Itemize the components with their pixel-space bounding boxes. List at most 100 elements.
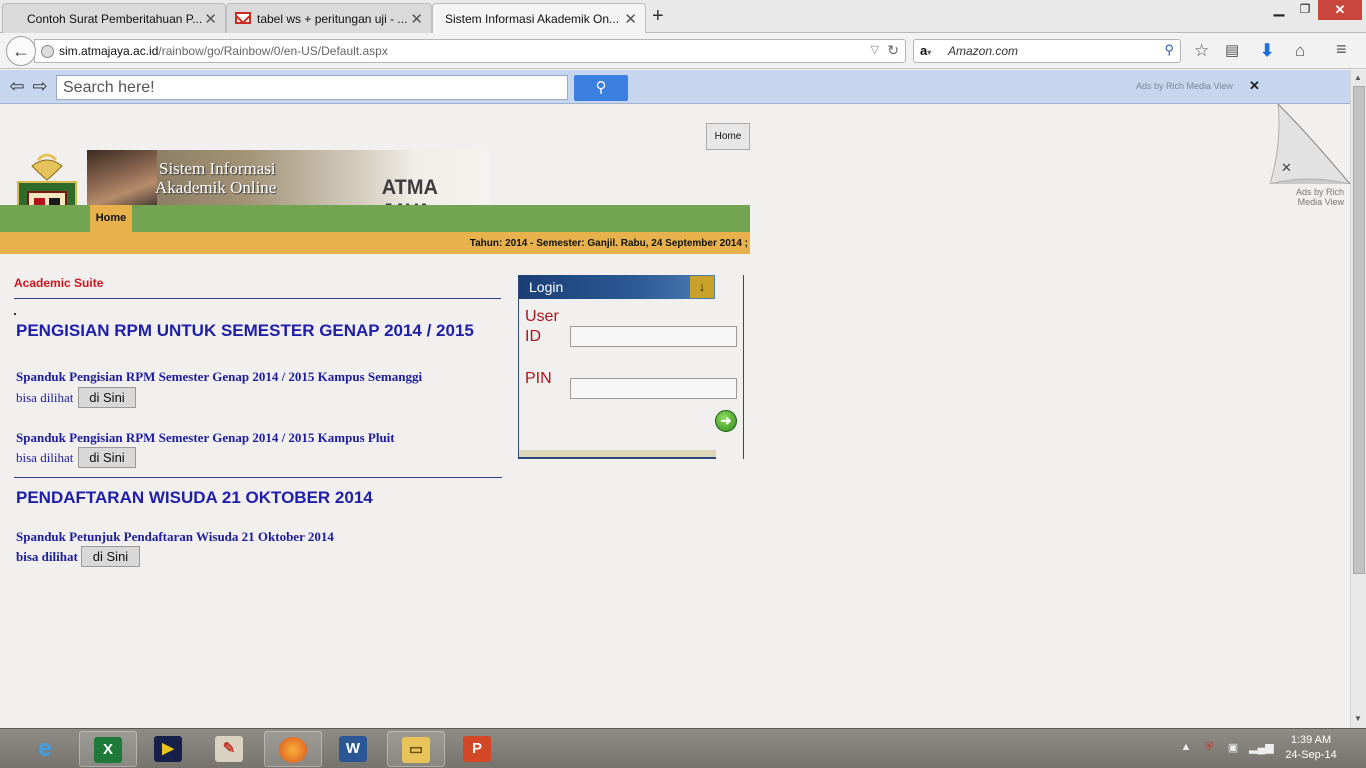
tab-contoh-surat[interactable]: Contoh Surat Pemberitahuan P... ✕ <box>2 3 226 33</box>
toolbar-search-button[interactable]: ⚲ <box>574 75 628 101</box>
tab-sistem-informasi[interactable]: Sistem Informasi Akademik On... ✕ <box>432 3 646 34</box>
downloads-icon[interactable]: ⬇ <box>1260 41 1274 61</box>
taskbar-media-player[interactable]: ▶ <box>140 731 198 767</box>
bookmarks-list-icon[interactable]: ▤ <box>1225 41 1239 59</box>
tab-close-icon[interactable]: ✕ <box>410 10 423 28</box>
ad-toolbar: ⇦ ⇨ Search here! ⚲ Ads by Rich Media Vie… <box>0 70 1350 104</box>
paint-icon: ✎ <box>215 736 243 762</box>
back-button[interactable]: ← <box>6 36 36 66</box>
banner-title-line2: Akademik Online <box>155 178 277 197</box>
restore-icon[interactable]: ❐ <box>1296 2 1314 22</box>
tray-expand-icon[interactable]: ▲ <box>1178 741 1194 755</box>
nav-home-tab[interactable]: Home <box>90 205 132 232</box>
menu-icon[interactable]: ≡ <box>1336 39 1347 60</box>
login-header: Login <box>519 275 715 299</box>
taskbar-internet-explorer[interactable]: e <box>17 731 75 767</box>
minimize-icon[interactable]: ▁ <box>1270 0 1288 20</box>
gmail-icon <box>235 12 251 24</box>
windows-taskbar: e X ▶ ✎ W ▭ P <box>0 728 1366 768</box>
announcement-semanggi: Spanduk Pengisian RPM Semester Genap 201… <box>16 369 423 384</box>
taskbar-clock[interactable]: 1:39 AM 24-Sep-14 <box>1280 733 1342 763</box>
taskbar-firefox[interactable] <box>264 731 322 767</box>
back-arrow-icon: ← <box>12 41 30 61</box>
toolbar-close-icon[interactable]: ✕ <box>1249 78 1260 94</box>
arrow-right-icon: ➜ <box>720 413 732 428</box>
url-path: /rainbow/go/Rainbow/0/en-US/Default.aspx <box>158 44 388 58</box>
toolbar-forward-icon[interactable]: ⇨ <box>28 75 52 97</box>
taskbar-excel[interactable]: X <box>79 731 137 767</box>
collapse-arrow-icon[interactable]: ↓ <box>690 276 714 298</box>
scroll-up-icon[interactable]: ▲ <box>1354 73 1362 82</box>
user-id-input[interactable] <box>570 326 737 347</box>
tab-label: tabel ws + peritungan uji - ... <box>257 12 408 26</box>
announcement-pluit: Spanduk Pengisian RPM Semester Genap 201… <box>16 430 395 445</box>
curl-ad-close-icon[interactable]: ✕ <box>1281 160 1292 176</box>
word-icon: W <box>339 736 367 762</box>
toolbar-search-input[interactable]: Search here! <box>56 75 568 100</box>
excel-icon: X <box>94 737 122 763</box>
tab-label: Contoh Surat Pemberitahuan P... <box>27 12 203 26</box>
toolbar-back-icon[interactable]: ⇦ <box>5 75 29 97</box>
search-bar[interactable]: a▾ Amazon.com ⚲ <box>913 39 1181 63</box>
banner-photo <box>87 150 157 206</box>
taskbar-paint[interactable]: ✎ <box>201 731 259 767</box>
internet-explorer-icon: e <box>38 735 52 762</box>
taskbar-powerpoint[interactable]: P <box>449 731 507 767</box>
new-tab-button[interactable]: + <box>652 5 664 28</box>
bisa-dilihat-label: bisa dilihat <box>16 549 78 564</box>
clock-date: 24-Sep-14 <box>1285 749 1337 761</box>
search-icon: ⚲ <box>595 79 607 96</box>
close-window-icon[interactable]: ✕ <box>1318 0 1362 20</box>
di-sini-button-wisuda[interactable]: di Sini <box>81 546 140 567</box>
url-domain: sim.atmajaya.ac.id <box>59 44 159 58</box>
tray-network-icon[interactable]: ▣ <box>1225 741 1241 755</box>
heading-rpm: PENGISIAN RPM UNTUK SEMESTER GENAP 2014 … <box>16 321 474 340</box>
login-footer <box>519 450 716 459</box>
announcement-wisuda: Spanduk Petunjuk Pendaftaran Wisuda 21 O… <box>16 529 334 544</box>
globe-icon <box>41 45 54 58</box>
login-submit-button[interactable]: ➜ <box>715 410 737 432</box>
scroll-down-icon[interactable]: ▼ <box>1354 714 1362 723</box>
tray-security-icon[interactable]: ⛨ <box>1201 741 1217 755</box>
heading-wisuda: PENDAFTARAN WISUDA 21 OKTOBER 2014 <box>16 488 373 507</box>
tab-close-icon[interactable]: ✕ <box>624 10 637 28</box>
ads-label: Ads by Rich Media View <box>1136 81 1233 91</box>
tab-close-icon[interactable]: ✕ <box>204 10 217 28</box>
search-icon[interactable]: ⚲ <box>1164 42 1174 58</box>
login-panel: Login ↓ User ID PIN ➜ <box>518 275 744 459</box>
tab-gmail[interactable]: tabel ws + peritungan uji - ... ✕ <box>226 3 432 33</box>
powerpoint-icon: P <box>463 736 491 762</box>
semester-status-bar: Tahun: 2014 - Semester: Ganjil. Rabu, 24… <box>0 232 750 254</box>
tray-signal-icon[interactable]: ▂▄▆ <box>1249 741 1274 755</box>
pin-label: PIN <box>525 370 552 387</box>
bookmark-star-icon[interactable]: ☆ <box>1194 41 1209 61</box>
history-dropdown-icon[interactable]: ▽ <box>871 43 879 56</box>
main-nav-bar: Home <box>0 205 750 232</box>
divider <box>14 298 501 299</box>
di-sini-button-semanggi[interactable]: di Sini <box>78 387 136 408</box>
login-title: Login <box>529 279 564 295</box>
user-id-label: User ID <box>525 308 559 345</box>
vertical-scrollbar[interactable]: ▲ ▼ <box>1350 70 1366 728</box>
scroll-thumb[interactable] <box>1353 86 1365 574</box>
home-button[interactable]: Home <box>706 123 750 150</box>
navigation-bar: sim.atmajaya.ac.id/rainbow/go/Rainbow/0/… <box>0 33 1366 69</box>
header-banner: Sistem Informasi Akademik Online ATMA JA… <box>87 150 489 223</box>
reload-icon[interactable]: ↻ <box>887 42 899 59</box>
address-bar[interactable]: sim.atmajaya.ac.id/rainbow/go/Rainbow/0/… <box>34 39 906 63</box>
pin-input[interactable] <box>570 378 737 399</box>
firefox-icon <box>279 737 307 763</box>
home-icon[interactable]: ⌂ <box>1295 41 1305 61</box>
file-explorer-icon: ▭ <box>402 737 430 763</box>
banner-title-line1: Sistem Informasi <box>159 159 276 178</box>
media-player-icon: ▶ <box>154 736 182 762</box>
taskbar-word[interactable]: W <box>325 731 383 767</box>
tab-label: Sistem Informasi Akademik On... <box>445 12 620 26</box>
search-engine-placeholder: Amazon.com <box>948 44 1019 58</box>
di-sini-button-pluit[interactable]: di Sini <box>78 447 136 468</box>
amazon-icon: a▾ <box>920 43 932 58</box>
clock-time: 1:39 AM <box>1290 734 1332 746</box>
bisa-dilihat-label: bisa dilihat <box>16 450 74 465</box>
section-label: Academic Suite <box>14 276 104 290</box>
taskbar-file-explorer[interactable]: ▭ <box>387 731 445 767</box>
